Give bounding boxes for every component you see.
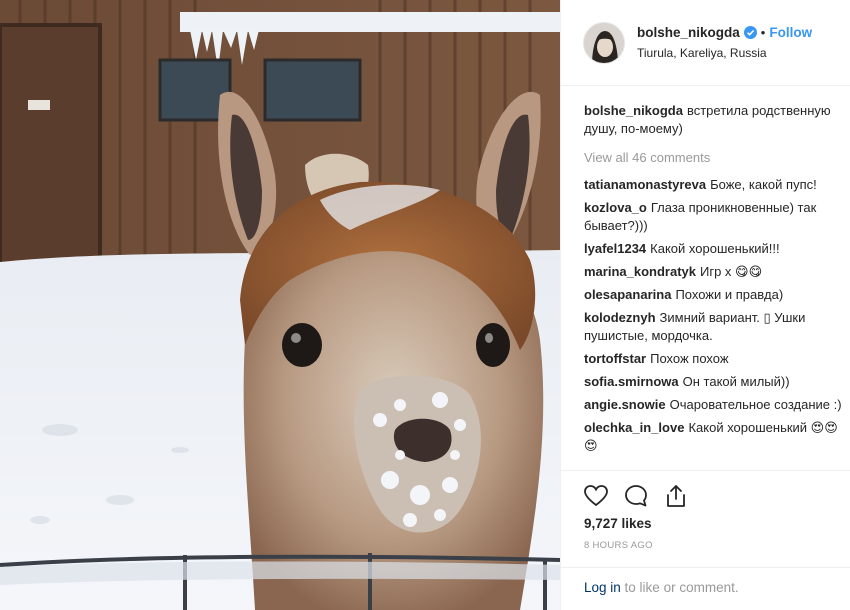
comment-username[interactable]: tortoffstar bbox=[584, 351, 646, 366]
comment-username[interactable]: lyafel1234 bbox=[584, 241, 646, 256]
caption: bolshe_nikogda встретила родственную душу… bbox=[584, 102, 846, 138]
caption-username[interactable]: bolshe_nikogda bbox=[584, 103, 683, 118]
comment-username[interactable]: sofia.smirnowa bbox=[584, 374, 679, 389]
header-username[interactable]: bolshe_nikogda bbox=[637, 26, 740, 40]
comment-username[interactable]: kolodeznyh bbox=[584, 310, 656, 325]
comment-text: Боже, какой пупс! bbox=[710, 177, 817, 192]
comment-username[interactable]: marina_kondratyk bbox=[584, 264, 696, 279]
post-photo[interactable] bbox=[0, 0, 560, 610]
comment-item: lyafel1234 Какой хорошенький!!! bbox=[584, 240, 846, 258]
header-row: bolshe_nikogda • Follow bbox=[637, 26, 812, 40]
comment-username[interactable]: angie.snowie bbox=[584, 397, 666, 412]
post-header: bolshe_nikogda • Follow Tiurula, Kareliy… bbox=[561, 0, 850, 86]
separator-dot: • bbox=[760, 25, 766, 40]
comment-item: olesapanarina Похожи и правда) bbox=[584, 286, 846, 304]
location-link[interactable]: Tiurula, Kareliya, Russia bbox=[637, 47, 812, 59]
comment-bubble-icon[interactable] bbox=[623, 483, 649, 509]
avatar-image bbox=[584, 22, 624, 63]
share-icon[interactable] bbox=[663, 483, 689, 509]
login-prompt-text: to like or comment. bbox=[620, 580, 739, 595]
post-actions: 9,727 likes 8 HOURS AGO Log in to like o… bbox=[561, 470, 850, 610]
action-icons bbox=[583, 483, 689, 509]
comment-username[interactable]: kozlova_o bbox=[584, 200, 647, 215]
comment-item: olechka_in_love Какой хорошенький 😍😍 😍 bbox=[584, 419, 846, 455]
comment-item: kozlova_o Глаза проникновенные) так бывае… bbox=[584, 199, 846, 235]
verified-badge-icon bbox=[743, 26, 757, 39]
comment-item: marina_kondratyk Игр х 😋😋 bbox=[584, 263, 846, 281]
comment-item: kolodeznyh Зимний вариант. ▯ Ушки пушисты… bbox=[584, 309, 846, 345]
follow-button[interactable]: Follow bbox=[769, 26, 812, 40]
comment-text: Какой хорошенький!!! bbox=[650, 241, 780, 256]
header-text: bolshe_nikogda • Follow Tiurula, Kareliy… bbox=[637, 26, 812, 60]
post-timestamp[interactable]: 8 HOURS AGO bbox=[584, 540, 653, 551]
view-all-comments-link[interactable]: View all 46 comments bbox=[584, 149, 846, 167]
comment-username[interactable]: olesapanarina bbox=[584, 287, 671, 302]
comment-text: Он такой милый)) bbox=[682, 374, 790, 389]
login-link[interactable]: Log in bbox=[584, 580, 621, 595]
comment-item: angie.snowie Очаровательное создание :) bbox=[584, 396, 846, 414]
comment-item: tortoffstar Похож похож bbox=[584, 350, 846, 368]
comment-text: Похож похож bbox=[650, 351, 729, 366]
avatar[interactable] bbox=[583, 21, 625, 64]
comment-username[interactable]: tatianamonastyreva bbox=[584, 177, 706, 192]
comment-text: Очаровательное создание :) bbox=[669, 397, 842, 412]
heart-icon[interactable] bbox=[583, 483, 609, 509]
comment-text: Похожи и правда) bbox=[675, 287, 784, 302]
comment-item: tatianamonastyreva Боже, какой пупс! bbox=[584, 176, 846, 194]
comments-list: bolshe_nikogda встретила родственную душу… bbox=[584, 102, 846, 460]
post-side-panel: bolshe_nikogda • Follow Tiurula, Kareliy… bbox=[560, 0, 850, 610]
login-prompt: Log in to like or comment. bbox=[561, 567, 850, 610]
alpaca-photo bbox=[0, 0, 560, 610]
comment-text: Игр х 😋😋 bbox=[700, 264, 763, 279]
comment-item: sofia.smirnowa Он такой милый)) bbox=[584, 373, 846, 391]
likes-count[interactable]: 9,727 likes bbox=[584, 516, 652, 531]
comment-username[interactable]: olechka_in_love bbox=[584, 420, 684, 435]
